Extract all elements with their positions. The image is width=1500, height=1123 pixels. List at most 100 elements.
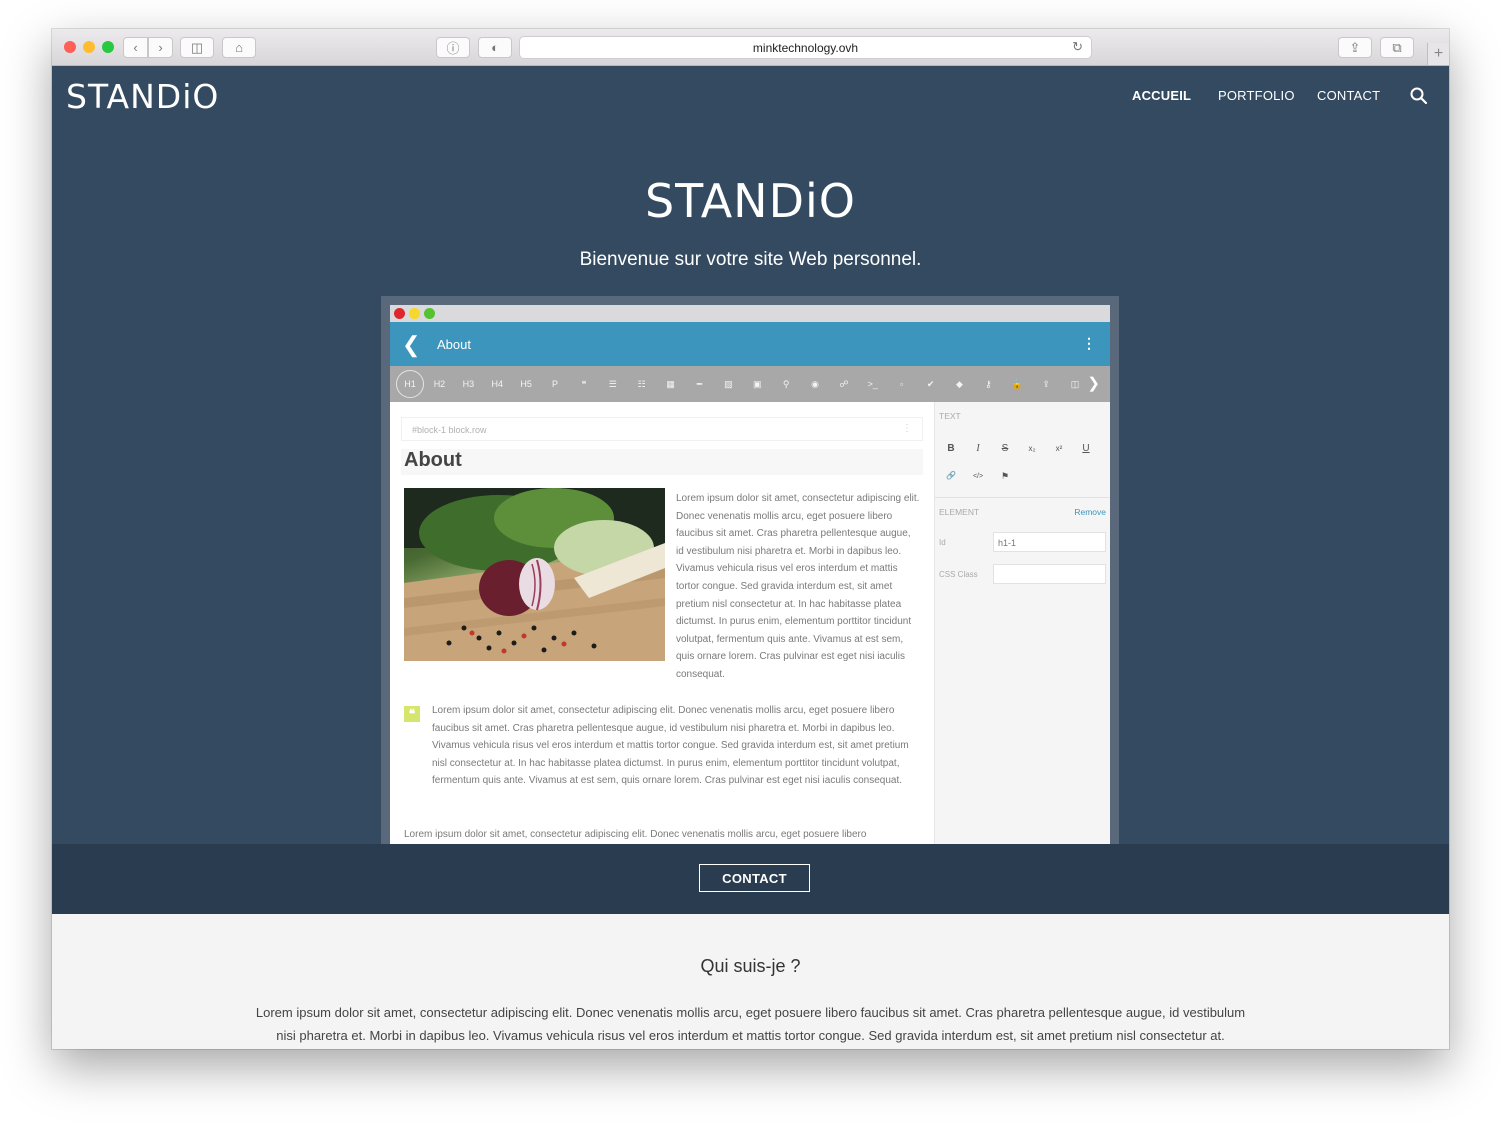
tool-h3: H3 xyxy=(462,379,475,389)
mock-content-area: #block-1 block.row ⋮ About Lorem ipsum d… xyxy=(390,402,934,862)
css-class-field xyxy=(993,564,1106,584)
info-icon: ⓘ xyxy=(446,41,460,56)
numbered-list-icon: ☷ xyxy=(637,378,646,389)
mock-paragraph: Lorem ipsum dolor sit amet, consectetur … xyxy=(676,493,920,680)
vegetables-photo xyxy=(404,488,665,661)
minimize-window-button[interactable] xyxy=(83,41,95,53)
check-icon: ✔ xyxy=(926,378,935,389)
strikethrough-icon: S xyxy=(1001,443,1009,454)
link-icon: 🔗 xyxy=(946,471,956,480)
map-pin-icon: ⚲ xyxy=(782,378,790,389)
hero-title: STANDiO xyxy=(644,174,856,228)
tabs-icon: ⧉ xyxy=(1392,39,1402,55)
vegetables-illustration xyxy=(404,488,665,661)
code-icon: >_ xyxy=(867,379,878,389)
nav-portfolio[interactable]: PORTFOLIO xyxy=(1218,88,1295,103)
widget-icon: ◉ xyxy=(811,378,819,389)
reload-icon[interactable]: ↻ xyxy=(1072,39,1083,55)
mock-inspector-panel: TEXT B I S x₂ x² U 🔗 </> ⚑ ELEMENT Remov… xyxy=(934,402,1110,862)
quote-icon: ❝ xyxy=(404,706,420,722)
mock-minimize-dot xyxy=(409,308,420,319)
sidebar-button[interactable]: ◫ xyxy=(180,37,214,58)
css-class-label: CSS Class xyxy=(939,570,978,579)
back-button[interactable]: ‹ xyxy=(123,37,148,58)
quote-icon: ❝ xyxy=(581,378,587,389)
mock-maximize-dot xyxy=(424,308,435,319)
tool-h4: H4 xyxy=(491,379,503,389)
columns-icon: ◫ xyxy=(1070,378,1080,389)
mock-appbar: ❮ About ⋮ xyxy=(390,322,1110,366)
mock-app-title: About xyxy=(437,337,471,352)
search-icon[interactable] xyxy=(1409,86,1429,106)
home-icon: ⌂ xyxy=(235,40,243,55)
maximize-window-button[interactable] xyxy=(102,41,114,53)
tool-h1: H1 xyxy=(396,370,424,398)
share-icon: ⇪ xyxy=(1349,39,1361,55)
text-section-label: TEXT xyxy=(939,411,961,421)
forward-button[interactable]: › xyxy=(148,37,173,58)
browser-window: ‹ › ◫ ⌂ ⓘ ◐ minktechnology.ovh ↻ ⇪ ⧉ + S… xyxy=(52,29,1449,1049)
nav-contact[interactable]: CONTACT xyxy=(1317,88,1380,103)
superscript-icon: x² xyxy=(1055,444,1063,453)
new-tab-button[interactable]: + xyxy=(1427,43,1449,65)
contact-button[interactable]: CONTACT xyxy=(699,864,810,892)
divider-icon: ━ xyxy=(696,378,703,389)
code-icon: </> xyxy=(972,473,984,480)
close-window-button[interactable] xyxy=(64,41,76,53)
flag-icon: ⚑ xyxy=(1000,471,1010,481)
home-button[interactable]: ⌂ xyxy=(222,37,256,58)
editor-screenshot: ❮ About ⋮ H1 H2 H3 H4 H5 P ❝ ☰ ☷ ▦ ━ ▨ ▣… xyxy=(390,305,1110,865)
id-field: h1-1 xyxy=(993,532,1106,552)
mock-quote: Lorem ipsum dolor sit amet, consectetur … xyxy=(432,705,909,787)
browser-toolbar: ‹ › ◫ ⌂ ⓘ ◐ minktechnology.ovh ↻ ⇪ ⧉ + xyxy=(52,29,1449,66)
bold-icon: B xyxy=(947,443,955,454)
mock-last-line: Lorem ipsum dolor sit amet, consectetur … xyxy=(404,829,867,840)
block-menu-icon: ⋮ xyxy=(902,423,912,434)
site-logo[interactable]: STANDiO xyxy=(66,77,219,116)
inspector-divider xyxy=(935,497,1110,498)
url-text: minktechnology.ovh xyxy=(752,40,859,55)
about-section: Qui suis-je ? Lorem ipsum dolor sit amet… xyxy=(52,914,1449,1049)
element-section-label: ELEMENT xyxy=(939,507,980,517)
block-tag: #block-1 block.row ⋮ xyxy=(401,417,923,441)
tool-paragraph: P xyxy=(552,379,559,389)
image-icon: ▨ xyxy=(724,378,733,389)
italic-icon: I xyxy=(976,443,980,454)
cta-band: CONTACT xyxy=(52,844,1449,914)
table-icon: ▦ xyxy=(666,378,675,389)
share-button[interactable]: ⇪ xyxy=(1338,37,1372,58)
bullet-list-icon: ☰ xyxy=(608,378,617,389)
address-bar[interactable]: minktechnology.ovh ↻ xyxy=(519,36,1092,59)
lock-icon: 🔒 xyxy=(1011,378,1023,389)
mock-heading: About xyxy=(401,449,923,475)
about-title: Qui suis-je ? xyxy=(700,956,801,976)
block-tag-text: #block-1 block.row xyxy=(412,425,487,435)
extension-button[interactable]: ◐ xyxy=(478,37,512,58)
chevron-right-icon: ❯ xyxy=(1087,375,1100,392)
remove-link: Remove xyxy=(1074,507,1106,517)
mock-close-dot xyxy=(394,308,405,319)
tool-h2: H2 xyxy=(433,379,446,389)
privacy-button[interactable]: ⓘ xyxy=(436,37,470,58)
mock-titlebar xyxy=(390,305,1110,322)
editor-screenshot-frame: ❮ About ⋮ H1 H2 H3 H4 H5 P ❝ ☰ ☷ ▦ ━ ▨ ▣… xyxy=(381,296,1119,865)
nav-accueil[interactable]: ACCUEIL xyxy=(1132,88,1191,103)
about-text: Lorem ipsum dolor sit amet, consectetur … xyxy=(255,1005,1246,1043)
sidebar-icon: ◫ xyxy=(190,39,204,55)
back-arrow-icon: ❮ xyxy=(402,332,421,357)
shield-icon: ◐ xyxy=(491,40,499,55)
more-vert-icon: ⋮ xyxy=(1082,335,1096,351)
subscript-icon: x₂ xyxy=(1028,444,1036,453)
hero-subtitle: Bienvenue sur votre site Web personnel. xyxy=(579,249,922,270)
chevron-right-icon: › xyxy=(158,40,163,55)
mock-format-toolbar: H1 H2 H3 H4 H5 P ❝ ☰ ☷ ▦ ━ ▨ ▣ ⚲ ◉ ☍ >_ … xyxy=(390,366,1110,402)
video-icon: ▣ xyxy=(752,378,762,389)
upload-icon: ⇪ xyxy=(1042,378,1050,389)
tabs-overview-button[interactable]: ⧉ xyxy=(1380,37,1414,58)
social-icon: ☍ xyxy=(839,378,849,389)
id-label: Id xyxy=(939,538,946,547)
chevron-left-icon: ‹ xyxy=(133,40,138,55)
tag-icon: ◆ xyxy=(956,378,963,389)
key-icon: ⚷ xyxy=(985,378,992,389)
shield-icon: ▫ xyxy=(900,379,904,389)
